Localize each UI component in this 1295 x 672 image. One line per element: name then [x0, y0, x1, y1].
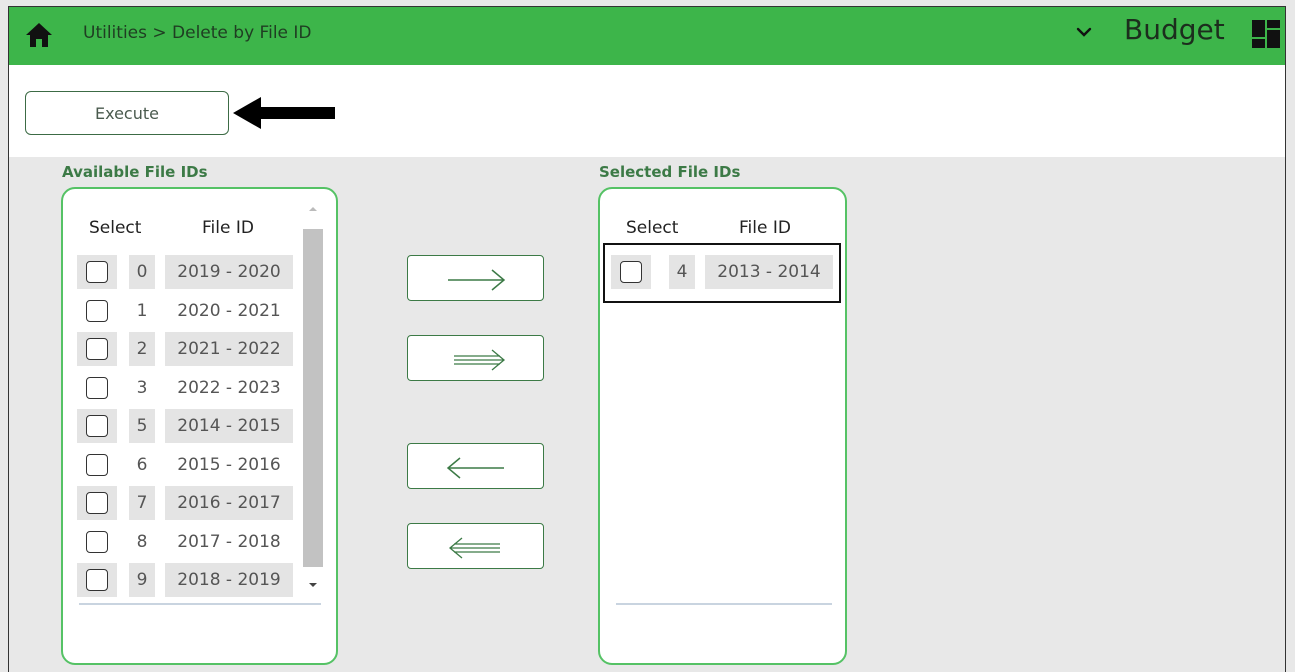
row-select-cell: [77, 332, 117, 366]
scroll-down-icon[interactable]: [303, 575, 323, 595]
available-scrollbar[interactable]: [303, 199, 323, 595]
home-icon[interactable]: [23, 19, 55, 51]
table-row[interactable]: 6 2015 - 2016: [77, 448, 303, 484]
available-col-select: Select: [89, 218, 142, 238]
breadcrumb[interactable]: Utilities > Delete by File ID: [83, 23, 312, 43]
add-selected-button[interactable]: [407, 255, 544, 301]
row-file-id: 2018 - 2019: [165, 563, 293, 597]
row-file-id: 2015 - 2016: [177, 454, 281, 475]
row-select-cell: [77, 525, 117, 559]
table-row[interactable]: 0 2019 - 2020: [77, 255, 303, 291]
arrow-right-icon: [448, 269, 506, 291]
remove-all-button[interactable]: [407, 523, 544, 569]
row-number: 6: [136, 454, 148, 475]
row-checkbox[interactable]: [86, 492, 108, 514]
row-number: 0: [129, 255, 155, 289]
remove-selected-button[interactable]: [407, 443, 544, 489]
table-row[interactable]: 4 2013 - 2014: [603, 243, 841, 303]
row-checkbox[interactable]: [86, 299, 108, 322]
row-select-cell: [77, 563, 117, 597]
row-number: 2: [129, 332, 155, 366]
row-checkbox[interactable]: [86, 569, 108, 591]
row-file-id: 2021 - 2022: [165, 332, 293, 366]
row-select-cell: [611, 255, 651, 289]
row-number: 8: [136, 531, 148, 552]
selected-divider: [616, 603, 832, 605]
row-select-cell: [77, 448, 117, 482]
row-number: 9: [129, 563, 155, 597]
arrow-left-icon: [446, 457, 504, 479]
row-file-id: 2020 - 2021: [177, 300, 281, 321]
pointer-arrow-icon: [233, 97, 335, 129]
available-panel: Select File ID 0 2019 - 2020 1 2020 - 2021 2…: [61, 187, 338, 665]
toolbar: Execute: [9, 65, 1285, 157]
selected-col-select: Select: [626, 218, 679, 238]
row-checkbox[interactable]: [620, 261, 642, 283]
row-file-id: 2022 - 2023: [177, 377, 281, 398]
table-row[interactable]: 9 2018 - 2019: [77, 563, 303, 599]
row-select-cell: [77, 255, 117, 289]
table-row[interactable]: 7 2016 - 2017: [77, 486, 303, 522]
row-checkbox[interactable]: [86, 261, 108, 283]
double-arrow-right-icon: [454, 349, 506, 371]
row-number: 5: [129, 409, 155, 443]
chevron-down-icon[interactable]: [1073, 21, 1095, 43]
row-file-id: 2016 - 2017: [165, 486, 293, 520]
add-all-button[interactable]: [407, 335, 544, 381]
table-row[interactable]: 3 2022 - 2023: [77, 371, 303, 407]
available-title: Available File IDs: [62, 163, 208, 181]
scroll-up-icon[interactable]: [303, 199, 323, 219]
row-file-id: 2013 - 2014: [705, 255, 833, 289]
table-row[interactable]: 1 2020 - 2021: [77, 294, 303, 330]
row-file-id: 2019 - 2020: [165, 255, 293, 289]
app-window: Utilities > Delete by File ID Budget Exe…: [8, 6, 1286, 672]
scrollbar-thumb[interactable]: [303, 229, 323, 567]
table-row[interactable]: 8 2017 - 2018: [77, 525, 303, 561]
top-bar: Utilities > Delete by File ID Budget: [9, 7, 1285, 65]
table-row[interactable]: 5 2014 - 2015: [77, 409, 303, 445]
row-checkbox[interactable]: [86, 376, 108, 399]
row-number: 3: [136, 377, 148, 398]
row-checkbox[interactable]: [86, 338, 108, 360]
grid-icon[interactable]: [1251, 19, 1281, 49]
selected-col-file-id: File ID: [739, 218, 791, 238]
app-name: Budget: [1124, 13, 1225, 46]
row-number: 4: [669, 255, 695, 289]
row-number: 7: [129, 486, 155, 520]
selected-panel: Select File ID 4 2013 - 2014: [598, 187, 847, 665]
available-divider: [79, 603, 321, 605]
row-select-cell: [77, 409, 117, 443]
row-select-cell: [77, 294, 117, 328]
row-file-id: 2017 - 2018: [177, 531, 281, 552]
row-number: 1: [136, 300, 148, 321]
available-col-file-id: File ID: [202, 218, 254, 238]
selected-title: Selected File IDs: [599, 163, 741, 181]
table-row[interactable]: 2 2021 - 2022: [77, 332, 303, 368]
row-checkbox[interactable]: [86, 453, 108, 476]
double-arrow-left-icon: [448, 537, 500, 559]
row-select-cell: [77, 486, 117, 520]
execute-button[interactable]: Execute: [25, 91, 229, 135]
row-checkbox[interactable]: [86, 530, 108, 553]
row-checkbox[interactable]: [86, 415, 108, 437]
row-select-cell: [77, 371, 117, 405]
row-file-id: 2014 - 2015: [165, 409, 293, 443]
